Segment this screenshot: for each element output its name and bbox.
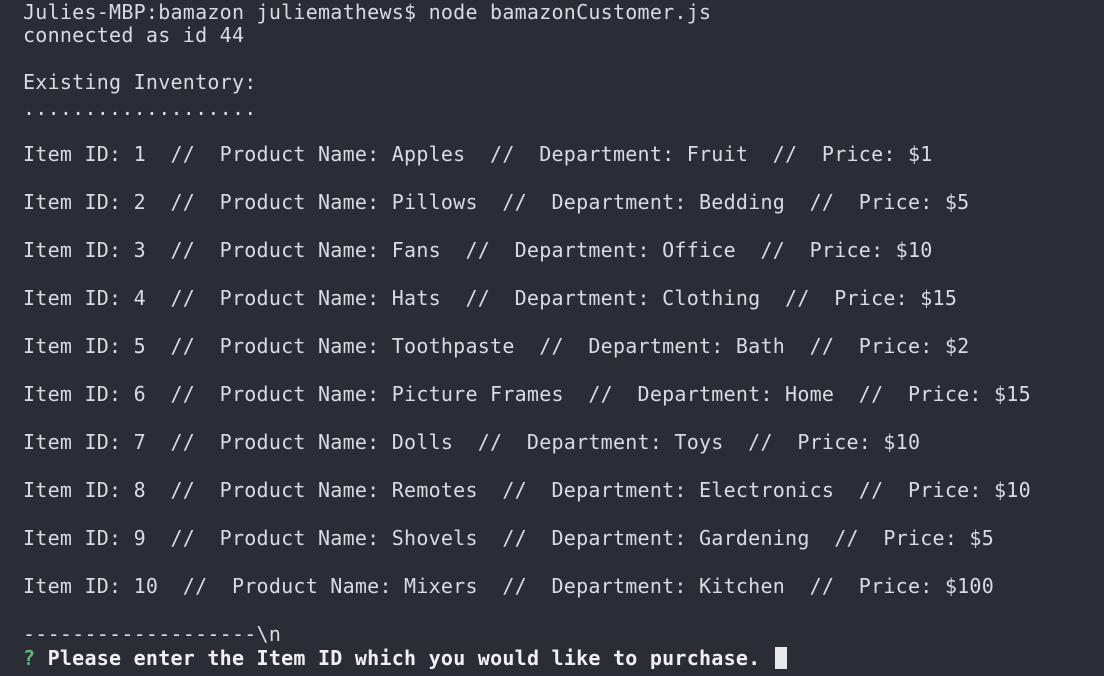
inventory-line: Item ID: 1 // Product Name: Apples // De…	[23, 142, 933, 166]
connected-status-line: connected as id 44	[23, 23, 245, 47]
dots-divider: ...................	[23, 96, 257, 120]
inventory-line: Item ID: 2 // Product Name: Pillows // D…	[23, 190, 970, 214]
inventory-line: Item ID: 8 // Product Name: Remotes // D…	[23, 478, 1031, 502]
command-line: Julies-MBP:bamazon juliemathews$ node ba…	[23, 0, 712, 24]
inventory-line: Item ID: 3 // Product Name: Fans // Depa…	[23, 238, 933, 262]
purchase-prompt[interactable]: ? Please enter the Item ID which you wou…	[23, 646, 787, 670]
inventory-line: Item ID: 10 // Product Name: Mixers // D…	[23, 574, 994, 598]
inventory-heading: Existing Inventory:	[23, 70, 257, 94]
inventory-line: Item ID: 7 // Product Name: Dolls // Dep…	[23, 430, 921, 454]
terminal-window[interactable]: Julies-MBP:bamazon juliemathews$ node ba…	[0, 0, 1104, 676]
separator-line: -------------------\n	[23, 622, 282, 646]
prompt-text: Please enter the Item ID which you would…	[47, 646, 761, 670]
text-cursor[interactable]	[774, 647, 787, 669]
prompt-marker: ?	[23, 646, 36, 670]
inventory-line: Item ID: 4 // Product Name: Hats // Depa…	[23, 286, 958, 310]
inventory-line: Item ID: 6 // Product Name: Picture Fram…	[23, 382, 1031, 406]
inventory-line: Item ID: 5 // Product Name: Toothpaste /…	[23, 334, 970, 358]
inventory-line: Item ID: 9 // Product Name: Shovels // D…	[23, 526, 994, 550]
